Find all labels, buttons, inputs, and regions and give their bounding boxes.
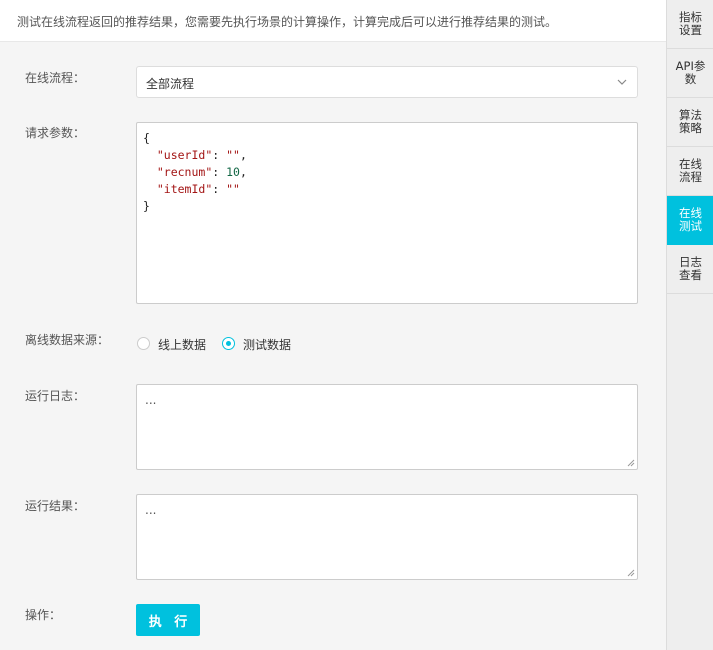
- sidebar-item-online-test[interactable]: 在线测试: [667, 196, 713, 245]
- result-textarea[interactable]: ...: [136, 494, 638, 580]
- source-label: 离线数据来源：: [25, 333, 110, 347]
- sidebar-item-api-params[interactable]: API参数: [667, 49, 713, 98]
- log-label: 运行日志：: [25, 389, 86, 403]
- result-label: 运行结果：: [25, 499, 86, 513]
- action-label: 操作：: [25, 608, 62, 622]
- code-line: "itemId": "": [156, 182, 240, 196]
- sidebar-item-online-flow[interactable]: 在线流程: [667, 147, 713, 196]
- sidebar-item-algorithm[interactable]: 算法策略: [667, 98, 713, 147]
- radio-online-data-label[interactable]: 线上数据: [158, 336, 206, 353]
- right-sidebar: 指标设置 API参数 算法策略 在线流程 在线测试 日志查看: [666, 0, 713, 650]
- params-label: 请求参数：: [25, 126, 86, 140]
- log-text: ...: [145, 393, 157, 407]
- chevron-down-icon: [617, 79, 627, 85]
- code-line: }: [143, 199, 150, 213]
- resize-grip-icon[interactable]: [627, 459, 635, 467]
- run-button[interactable]: 执 行: [136, 604, 200, 636]
- notice-bar: 测试在线流程返回的推荐结果，您需要先执行场景的计算操作，计算完成后可以进行推荐结…: [0, 0, 666, 42]
- radio-test-data[interactable]: [222, 337, 235, 350]
- sidebar-item-logs[interactable]: 日志查看: [667, 245, 713, 294]
- resize-grip-icon[interactable]: [627, 569, 635, 577]
- code-line: "userId": "",: [156, 148, 247, 162]
- log-textarea[interactable]: ...: [136, 384, 638, 470]
- code-line: {: [143, 131, 150, 145]
- result-text: ...: [145, 503, 157, 517]
- params-editor[interactable]: { "userId": "", "recnum": 10, "itemId": …: [136, 122, 638, 304]
- flow-select[interactable]: 全部流程: [136, 66, 638, 98]
- radio-online-data[interactable]: [137, 337, 150, 350]
- notice-text: 测试在线流程返回的推荐结果，您需要先执行场景的计算操作，计算完成后可以进行推荐结…: [17, 15, 558, 29]
- main-panel: 测试在线流程返回的推荐结果，您需要先执行场景的计算操作，计算完成后可以进行推荐结…: [0, 0, 666, 650]
- flow-label: 在线流程：: [25, 71, 86, 85]
- radio-test-data-label[interactable]: 测试数据: [243, 336, 291, 353]
- sidebar-item-metrics[interactable]: 指标设置: [667, 0, 713, 49]
- flow-select-value: 全部流程: [146, 77, 195, 91]
- code-line: "recnum": 10,: [156, 165, 247, 179]
